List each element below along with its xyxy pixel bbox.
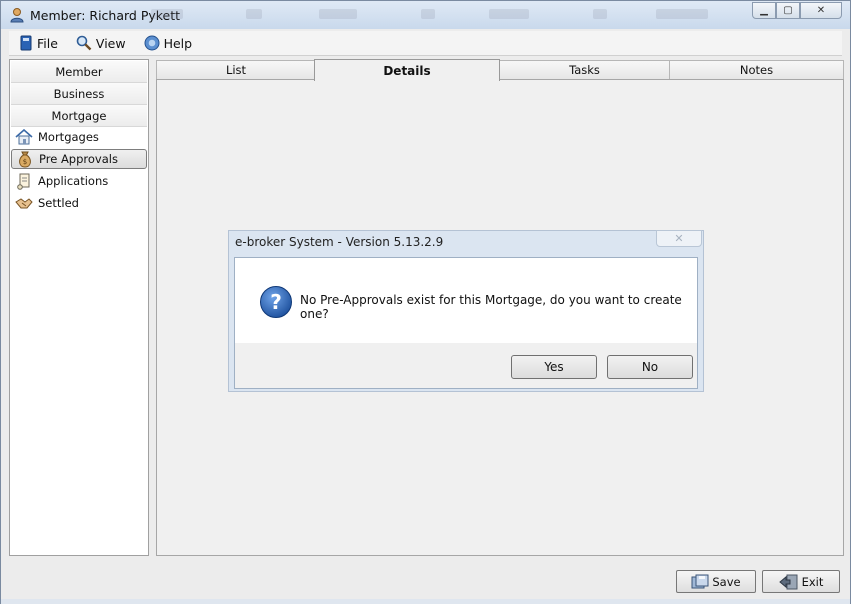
yes-button[interactable]: Yes xyxy=(511,355,597,379)
tab-tasks[interactable]: Tasks xyxy=(499,60,670,79)
svg-text:?: ? xyxy=(270,290,282,314)
menu-label: File xyxy=(37,35,58,51)
status-strip xyxy=(1,599,850,604)
tab-details[interactable]: Details xyxy=(314,59,500,81)
menu-help[interactable]: Help xyxy=(134,35,201,51)
handshake-icon xyxy=(15,194,33,212)
sidebar-item-label: Applications xyxy=(38,174,109,188)
background-blur xyxy=(593,9,607,19)
minimize-icon: ▁ xyxy=(760,5,768,16)
file-icon xyxy=(20,35,32,51)
minimize-button[interactable]: ▁ xyxy=(752,2,776,19)
exit-label: Exit xyxy=(801,574,824,589)
close-icon: ✕ xyxy=(816,5,826,16)
view-icon xyxy=(76,35,92,51)
tab-list[interactable]: List xyxy=(156,60,316,79)
save-label: Save xyxy=(712,574,741,589)
section-business[interactable]: Business xyxy=(11,83,147,105)
background-blur xyxy=(246,9,262,19)
menu-file[interactable]: File xyxy=(9,35,66,51)
exit-button[interactable]: Exit xyxy=(762,570,840,593)
sidebar-item-label: Mortgages xyxy=(38,130,99,144)
sidebar-item-mortgages[interactable]: Mortgages xyxy=(11,127,147,147)
dialog-message: No Pre-Approvals exist for this Mortgage… xyxy=(300,293,682,321)
dialog-body: ? No Pre-Approvals exist for this Mortga… xyxy=(234,257,698,389)
member-icon xyxy=(9,7,25,23)
tab-strip: List Details Tasks Notes xyxy=(156,59,844,81)
tab-notes[interactable]: Notes xyxy=(669,60,844,79)
question-icon: ? xyxy=(259,285,293,322)
sidebar-item-label: Settled xyxy=(38,196,79,210)
maximize-icon: ▢ xyxy=(783,5,793,16)
sidebar-item-settled[interactable]: Settled xyxy=(11,193,147,213)
dialog-title: e-broker System - Version 5.13.2.9 xyxy=(235,235,444,249)
exit-icon xyxy=(778,574,798,589)
confirm-dialog: e-broker System - Version 5.13.2.9 ✕ ? N… xyxy=(228,230,704,392)
money-bag-icon: $ xyxy=(16,150,34,168)
dialog-button-row: Yes No xyxy=(235,343,697,388)
house-icon xyxy=(15,128,33,146)
scroll-icon xyxy=(15,172,33,190)
close-icon: ✕ xyxy=(674,232,684,245)
background-blur xyxy=(489,9,529,19)
menu-label: View xyxy=(95,35,126,51)
svg-text:$: $ xyxy=(23,158,27,166)
help-icon xyxy=(144,35,160,51)
sidebar-item-pre-approvals[interactable]: $ Pre Approvals xyxy=(11,149,147,169)
section-mortgage[interactable]: Mortgage xyxy=(11,105,147,127)
background-blur xyxy=(421,9,435,19)
window-controls: ▁ ▢ ✕ xyxy=(752,2,842,19)
menu-view[interactable]: View xyxy=(66,35,134,51)
background-blur xyxy=(656,9,708,19)
main-window: Member: Richard Pykett ▁ ▢ ✕ File View H… xyxy=(0,0,851,604)
menu-label: Help xyxy=(163,35,193,51)
maximize-button[interactable]: ▢ xyxy=(776,2,800,19)
close-button[interactable]: ✕ xyxy=(800,2,842,19)
left-navigation-panel: Member Business Mortgage Mortgages $ Pre… xyxy=(9,59,149,556)
background-blur xyxy=(151,9,183,19)
sidebar-item-label: Pre Approvals xyxy=(39,152,118,166)
save-button[interactable]: Save xyxy=(676,570,756,593)
background-blur xyxy=(319,9,357,19)
title-bar[interactable]: Member: Richard Pykett ▁ ▢ ✕ xyxy=(1,1,850,29)
sidebar-item-applications[interactable]: Applications xyxy=(11,171,147,191)
section-member[interactable]: Member xyxy=(11,61,147,83)
menu-bar: File View Help xyxy=(9,31,842,56)
save-icon xyxy=(691,574,709,588)
no-button[interactable]: No xyxy=(607,355,693,379)
dialog-close-button[interactable]: ✕ xyxy=(656,230,702,247)
